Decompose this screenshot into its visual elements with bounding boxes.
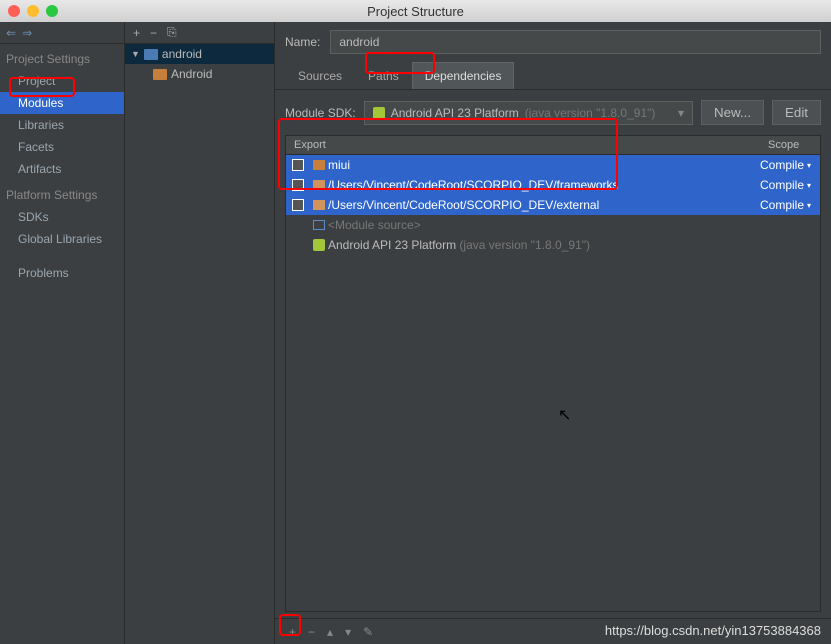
remove-dep-icon[interactable]: − [308, 625, 315, 639]
dep-row-frameworks[interactable]: /Users/Vincent/CodeRoot/SCORPIO_DEV/fram… [286, 175, 820, 195]
sdk-label: Module SDK: [285, 106, 356, 120]
add-dep-icon[interactable]: + [289, 625, 296, 639]
folder-icon [313, 200, 325, 210]
sidebar-item-project[interactable]: Project [0, 70, 124, 92]
tree-root-label: android [162, 47, 202, 61]
module-tree: + − ⎘ ▼ android Android [125, 22, 275, 644]
window-title: Project Structure [0, 4, 831, 19]
android-icon [373, 107, 385, 119]
dep-row-miui[interactable]: miui Compile▾ [286, 155, 820, 175]
export-checkbox[interactable] [292, 199, 304, 211]
sdk-select[interactable]: Android API 23 Platform (java version "1… [364, 101, 693, 125]
titlebar: Project Structure [0, 0, 831, 22]
chevron-down-icon[interactable]: ▼ [131, 49, 140, 59]
folder-icon [153, 69, 167, 80]
tab-dependencies[interactable]: Dependencies [412, 62, 515, 89]
dependency-table: Export Scope miui Compile▾ /Users/Vincen… [285, 135, 821, 612]
dep-label: miui [328, 158, 760, 172]
tab-paths[interactable]: Paths [355, 62, 412, 89]
chevron-down-icon: ▾ [678, 106, 684, 120]
sidebar: ⇐ ⇒ Project Settings Project Modules Lib… [0, 22, 125, 644]
sidebar-section-project: Project Settings [0, 44, 124, 70]
tree-child-label: Android [171, 67, 212, 81]
move-down-icon[interactable]: ▾ [345, 625, 351, 639]
tree-child[interactable]: Android [125, 64, 274, 84]
folder-icon [313, 180, 325, 190]
dep-label: /Users/Vincent/CodeRoot/SCORPIO_DEV/fram… [328, 178, 760, 192]
forward-icon[interactable]: ⇒ [22, 26, 32, 40]
sidebar-item-sdks[interactable]: SDKs [0, 206, 124, 228]
sidebar-item-global-libs[interactable]: Global Libraries [0, 228, 124, 250]
tabs: Sources Paths Dependencies [275, 62, 831, 90]
dep-row-module-source[interactable]: <Module source> [286, 215, 820, 235]
sidebar-item-artifacts[interactable]: Artifacts [0, 158, 124, 180]
export-checkbox[interactable] [292, 159, 304, 171]
dep-label: <Module source> [328, 218, 760, 232]
watermark: https://blog.csdn.net/yin13753884368 [605, 623, 821, 638]
name-input[interactable] [330, 30, 821, 54]
edit-button[interactable]: Edit [772, 100, 821, 125]
library-icon [313, 160, 325, 170]
name-label: Name: [285, 35, 320, 49]
col-scope: Scope [760, 136, 820, 154]
tab-sources[interactable]: Sources [285, 62, 355, 89]
sidebar-item-facets[interactable]: Facets [0, 136, 124, 158]
new-button[interactable]: New... [701, 100, 764, 125]
move-up-icon[interactable]: ▴ [327, 625, 333, 639]
sdk-value: Android API 23 Platform [391, 106, 519, 120]
copy-module-icon[interactable]: ⎘ [167, 25, 177, 40]
dep-label: Android API 23 Platform [328, 238, 456, 252]
sdk-hint: (java version "1.8.0_91") [525, 106, 656, 120]
module-source-icon [313, 220, 325, 230]
col-export: Export [286, 136, 760, 154]
edit-dep-icon[interactable]: ✎ [363, 625, 373, 639]
dep-row-external[interactable]: /Users/Vincent/CodeRoot/SCORPIO_DEV/exte… [286, 195, 820, 215]
sidebar-item-problems[interactable]: Problems [0, 262, 124, 284]
sidebar-item-libraries[interactable]: Libraries [0, 114, 124, 136]
tree-root[interactable]: ▼ android [125, 44, 274, 64]
dep-label: /Users/Vincent/CodeRoot/SCORPIO_DEV/exte… [328, 198, 760, 212]
sidebar-section-platform: Platform Settings [0, 180, 124, 206]
content-panel: Name: Sources Paths Dependencies Module … [275, 22, 831, 644]
add-module-icon[interactable]: + [133, 26, 140, 40]
export-checkbox[interactable] [292, 179, 304, 191]
back-icon[interactable]: ⇐ [6, 26, 16, 40]
module-icon [144, 49, 158, 60]
sidebar-item-modules[interactable]: Modules [0, 92, 124, 114]
dep-row-sdk[interactable]: Android API 23 Platform (java version "1… [286, 235, 820, 255]
remove-module-icon[interactable]: − [150, 26, 157, 40]
android-icon [313, 239, 325, 251]
